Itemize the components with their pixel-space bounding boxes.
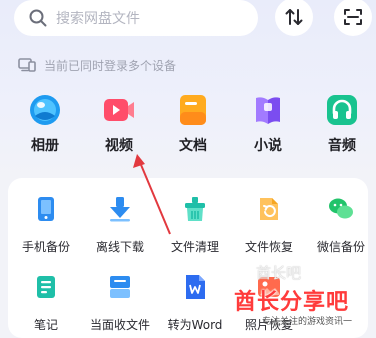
scan-icon: [344, 9, 362, 25]
album-icon: [29, 94, 61, 126]
tool-to-word-label: 转为Word: [167, 318, 223, 332]
watermark-ghost-text: 酋长吧: [256, 264, 302, 282]
video-icon: [103, 94, 135, 126]
search-bar[interactable]: 搜索网盘文件: [14, 0, 258, 36]
category-document[interactable]: 文档: [161, 94, 225, 155]
category-audio-label: 音频: [328, 138, 356, 154]
category-album-label: 相册: [31, 138, 59, 154]
tool-file-restore[interactable]: 文件恢复: [231, 196, 307, 255]
category-album[interactable]: 相册: [13, 94, 77, 155]
category-audio[interactable]: 音频: [310, 94, 374, 155]
file-restore-icon: [260, 198, 278, 220]
document-icon: [177, 94, 209, 126]
tool-wechat-backup-label: 微信备份: [316, 240, 365, 254]
notes-icon: [37, 276, 55, 298]
tool-receive-file[interactable]: 当面收文件: [82, 274, 158, 333]
category-video-label: 视频: [105, 138, 133, 154]
tool-phone-backup[interactable]: 手机备份: [8, 196, 84, 255]
tool-to-word[interactable]: 转为Word: [157, 274, 233, 333]
category-document-label: 文档: [179, 138, 207, 154]
tool-file-restore-label: 文件恢复: [244, 240, 293, 254]
category-novel-label: 小说: [254, 138, 282, 154]
transfer-sort-icon: [285, 9, 303, 25]
watermark-brand: 酋长分享吧: [234, 290, 350, 315]
tool-wechat-backup[interactable]: 微信备份: [303, 196, 376, 255]
category-novel[interactable]: 小说: [236, 94, 300, 155]
devices-notice[interactable]: 当前已同时登录多个设备: [18, 57, 176, 73]
tool-offline-download[interactable]: 离线下载: [82, 196, 158, 255]
tool-file-clean[interactable]: 文件清理: [157, 196, 233, 255]
devices-icon: [18, 58, 36, 72]
search-placeholder: 搜索网盘文件: [56, 11, 140, 27]
receive-file-icon: [110, 276, 130, 298]
audio-icon: [326, 94, 358, 126]
tool-phone-backup-label: 手机备份: [21, 240, 70, 254]
tool-offline-download-label: 离线下载: [95, 240, 144, 254]
tool-file-clean-label: 文件清理: [170, 240, 219, 254]
category-video[interactable]: 视频: [87, 94, 151, 155]
wechat-backup-icon: [329, 198, 353, 219]
search-icon: [29, 9, 47, 27]
offline-download-icon: [110, 197, 130, 222]
tool-notes[interactable]: 笔记: [8, 274, 84, 333]
phone-backup-icon: [38, 197, 54, 221]
to-word-icon: [186, 275, 205, 299]
novel-icon: [252, 94, 284, 126]
watermark-tagline: 专注关注的游戏资讯一: [262, 317, 353, 327]
tool-notes-label: 笔记: [33, 318, 58, 332]
devices-notice-text: 当前已同时登录多个设备: [44, 58, 177, 73]
tool-receive-file-label: 当面收文件: [89, 318, 150, 332]
file-clean-icon: [185, 197, 205, 221]
